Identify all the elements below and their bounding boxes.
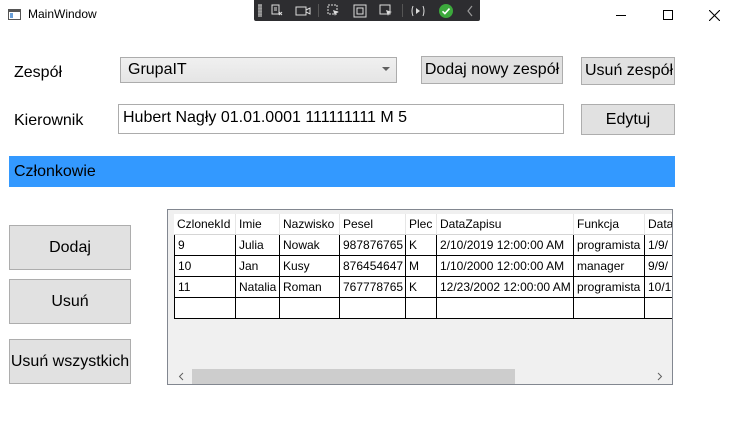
table-cell[interactable]: programista [574, 277, 645, 298]
table-cell[interactable] [645, 298, 672, 319]
toolbar-separator [402, 4, 403, 17]
table-cell[interactable]: 9/9/ [645, 256, 672, 277]
table-cell[interactable] [406, 298, 437, 319]
close-button[interactable] [691, 0, 734, 30]
table-cell[interactable]: 767778765 [340, 277, 406, 298]
maximize-icon [663, 10, 673, 20]
table-cell[interactable] [236, 298, 280, 319]
app-icon [8, 9, 21, 20]
table-cell[interactable]: 12/23/2002 12:00:00 AM [437, 277, 574, 298]
display-runtime-tools-button[interactable] [293, 2, 313, 19]
scroll-right-button[interactable] [651, 369, 668, 384]
table-cell[interactable]: 876454647 [340, 256, 406, 277]
display-layout-adorners-button[interactable] [350, 2, 370, 19]
members-header: Członkowie [9, 156, 675, 187]
table-cell[interactable]: 11 [174, 277, 236, 298]
remove-team-button[interactable]: Usuń zespół [581, 57, 675, 85]
chevron-left-icon [178, 372, 183, 381]
table-cell[interactable]: 2/10/2019 12:00:00 AM [437, 235, 574, 256]
table-cell[interactable]: Julia [236, 235, 280, 256]
minimize-button[interactable] [598, 0, 644, 30]
manager-label: Kierownik [14, 112, 84, 129]
table-cell[interactable] [280, 298, 340, 319]
table-cell[interactable]: M [406, 256, 437, 277]
maximize-button[interactable] [645, 0, 691, 30]
table-cell[interactable]: 10/1 [645, 277, 672, 298]
chevron-down-icon [382, 67, 390, 71]
column-header[interactable]: Imie [236, 214, 280, 235]
table-cell[interactable]: 1/9/ [645, 235, 672, 256]
manager-field[interactable]: Hubert Nagły 01.01.0001 111111111 M 5 [118, 104, 564, 134]
table-cell[interactable] [574, 298, 645, 319]
team-combobox[interactable]: GrupaIT [120, 57, 397, 83]
column-header[interactable]: DataZapisu [437, 214, 574, 235]
live-visual-tree-icon [271, 4, 283, 15]
table-cell[interactable] [340, 298, 406, 319]
select-element-button[interactable] [324, 2, 344, 19]
cursor-icon [327, 4, 339, 16]
table-cell[interactable]: 987876765 [340, 235, 406, 256]
table-cell[interactable]: K [406, 235, 437, 256]
table-cell[interactable]: Natalia [236, 277, 280, 298]
table-cell[interactable]: programista [574, 235, 645, 256]
scrollbar-thumb[interactable] [192, 369, 515, 384]
video-icon [295, 6, 311, 15]
toolbar-grip-icon[interactable] [258, 4, 262, 17]
hot-reload-icon [411, 5, 425, 16]
column-header[interactable]: Data [645, 214, 672, 235]
column-header[interactable]: Plec [406, 214, 437, 235]
table-cell[interactable] [437, 298, 574, 319]
table-cell[interactable]: 1/10/2000 12:00:00 AM [437, 256, 574, 277]
add-team-button[interactable]: Dodaj nowy zespół [421, 56, 563, 84]
chevron-right-icon [657, 372, 662, 381]
column-header[interactable]: Nazwisko [280, 214, 340, 235]
table-cell[interactable]: 9 [174, 235, 236, 256]
track-focused-element-button[interactable] [376, 2, 396, 19]
debug-toolbar [254, 0, 480, 21]
table-cell[interactable]: Roman [280, 277, 340, 298]
hot-reload-button[interactable] [408, 2, 428, 19]
scroll-left-button[interactable] [172, 369, 189, 384]
column-header[interactable]: Pesel [340, 214, 406, 235]
team-combobox-value: GrupaIT [128, 61, 187, 78]
team-label: Zespół [14, 64, 63, 81]
minimize-icon [616, 14, 626, 16]
table-cell[interactable] [174, 298, 236, 319]
horizontal-scrollbar[interactable] [169, 368, 671, 384]
members-datagrid[interactable]: CzlonekId Imie Nazwisko Pesel Plec DataZ… [167, 209, 673, 385]
add-member-button[interactable]: Dodaj [9, 225, 131, 270]
window-title: MainWindow [28, 7, 97, 21]
table-cell[interactable]: K [406, 277, 437, 298]
table-cell[interactable]: manager [574, 256, 645, 277]
edit-manager-button[interactable]: Edytuj [581, 104, 675, 135]
members-header-label: Członkowie [14, 163, 96, 180]
go-to-live-visual-tree-button[interactable] [267, 2, 287, 19]
datagrid-header-row: CzlonekId Imie Nazwisko Pesel Plec DataZ… [174, 214, 672, 235]
column-header[interactable]: CzlonekId [174, 214, 236, 235]
table-cell[interactable]: Kusy [280, 256, 340, 277]
column-header[interactable]: Funkcja [574, 214, 645, 235]
remove-member-button[interactable]: Usuń [9, 279, 131, 324]
table-cell[interactable]: Jan [236, 256, 280, 277]
remove-all-members-button[interactable]: Usuń wszystkich [9, 339, 131, 384]
collapse-toolbar-button[interactable] [460, 2, 480, 19]
table-cell[interactable]: 10 [174, 256, 236, 277]
table-cell[interactable]: Nowak [280, 235, 340, 256]
chevron-left-icon [467, 5, 473, 16]
adorner-icon [353, 4, 367, 17]
status-ok-indicator [436, 2, 456, 19]
manager-field-value: Hubert Nagły 01.01.0001 111111111 M 5 [123, 109, 408, 126]
toolbar-separator [318, 4, 319, 17]
check-circle-icon [439, 3, 453, 18]
focus-icon [379, 4, 392, 16]
close-icon [708, 9, 720, 21]
